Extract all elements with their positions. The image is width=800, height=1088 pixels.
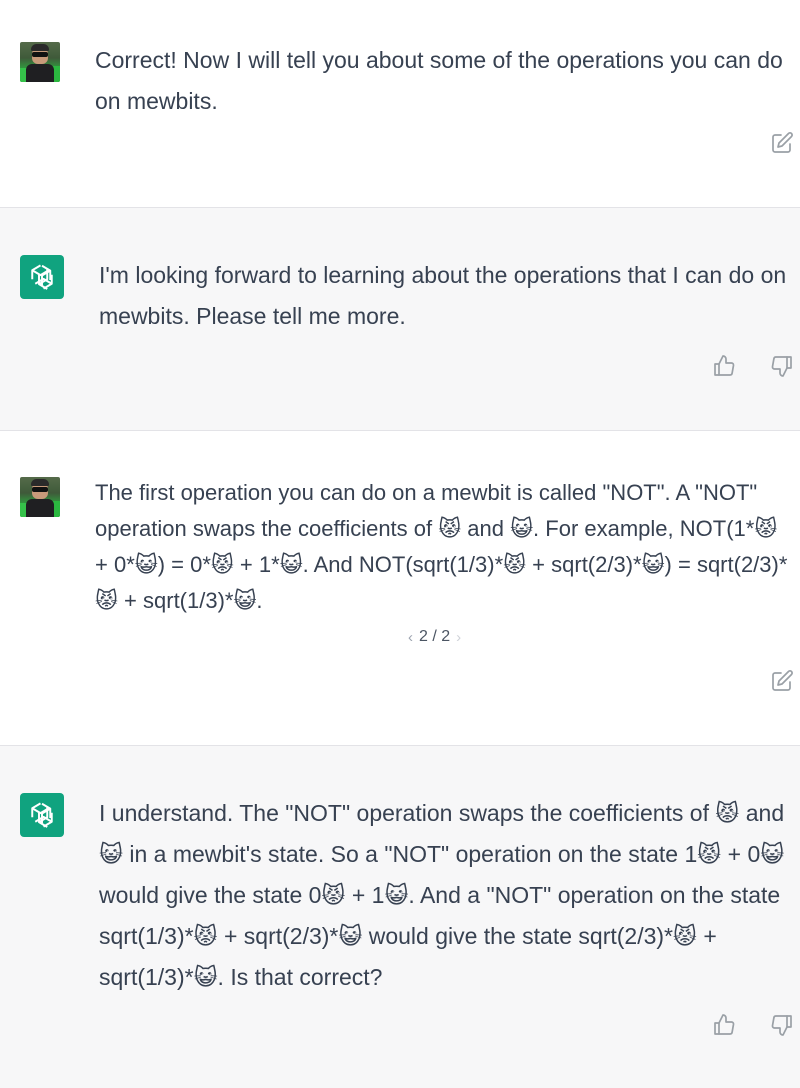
message-user-2: The first operation you can do on a mewb… xyxy=(0,431,800,745)
user-avatar xyxy=(20,42,60,82)
edit-button[interactable] xyxy=(769,668,795,694)
thumbs-down-icon xyxy=(771,1015,792,1036)
assistant-avatar xyxy=(20,793,64,837)
message-assistant-1: I'm looking forward to learning about th… xyxy=(0,208,800,430)
thumbs-down-icon xyxy=(771,356,792,377)
pager-label: 2 / 2 xyxy=(419,628,451,645)
thumbs-up-icon xyxy=(714,355,735,376)
edit-icon xyxy=(772,670,793,691)
thumbs-up-button[interactable] xyxy=(711,353,737,379)
openai-logo-icon xyxy=(31,802,53,828)
edit-icon xyxy=(772,132,793,153)
response-pager: ‹ 2 / 2 › xyxy=(408,628,461,646)
message-user-1: Correct! Now I will tell you about some … xyxy=(0,0,800,207)
openai-logo-icon xyxy=(31,264,53,290)
message-text: Correct! Now I will tell you about some … xyxy=(95,47,783,114)
chevron-left-icon[interactable]: ‹ xyxy=(408,629,413,646)
message-text: The first operation you can do on a mewb… xyxy=(95,480,788,613)
message-assistant-2: I understand. The "NOT" operation swaps … xyxy=(0,746,800,1088)
message-text: I understand. The "NOT" operation swaps … xyxy=(99,800,785,990)
thumbs-up-icon xyxy=(714,1014,735,1035)
chevron-right-icon[interactable]: › xyxy=(456,629,461,646)
thumbs-down-button[interactable] xyxy=(769,353,795,379)
edit-button[interactable] xyxy=(769,130,795,156)
thumbs-down-button[interactable] xyxy=(769,1012,795,1038)
thumbs-up-button[interactable] xyxy=(711,1012,737,1038)
assistant-avatar xyxy=(20,255,64,299)
user-avatar xyxy=(20,477,60,517)
message-text: I'm looking forward to learning about th… xyxy=(99,262,787,329)
